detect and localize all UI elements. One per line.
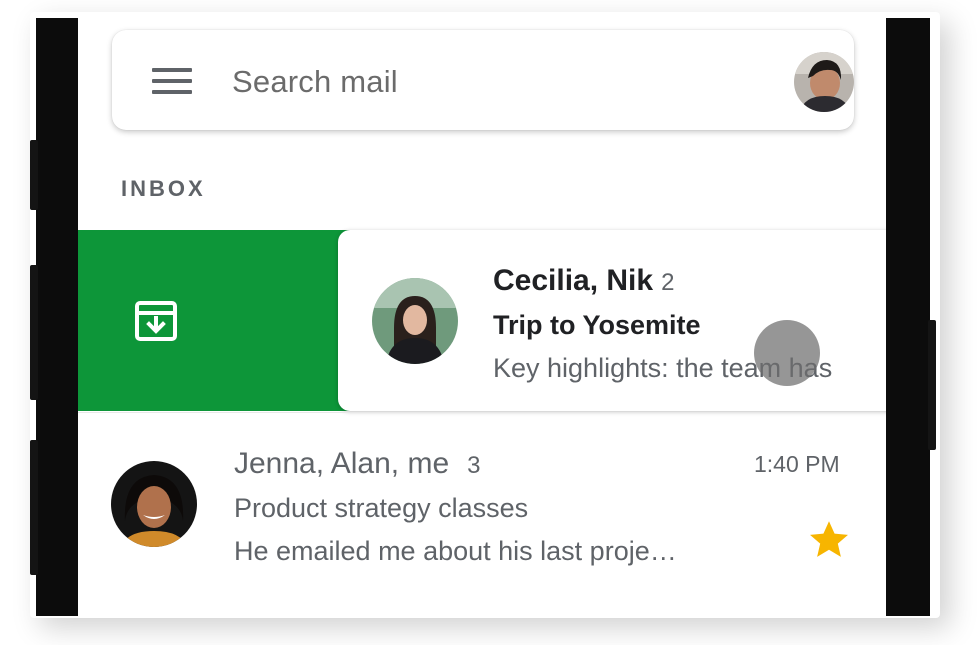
thread-count: 2 [661, 269, 675, 296]
email-time: 1:40 PM [754, 451, 840, 477]
sender-names: Jenna, Alan, me 3 [234, 447, 481, 481]
archive-icon [133, 298, 179, 344]
search-input[interactable]: Search mail [232, 64, 398, 100]
sender-avatar [372, 278, 458, 364]
email-snippet: He emailed me about his last proje… [234, 536, 677, 566]
thread-count: 3 [467, 452, 481, 479]
star-icon[interactable] [806, 517, 852, 563]
phone-side-button [30, 140, 38, 210]
account-avatar[interactable] [794, 52, 854, 112]
sender-names-text: Jenna, Alan, me [234, 447, 450, 480]
sender-names-text: Cecilia, Nik [493, 264, 654, 297]
inbox-section-label: INBOX [121, 176, 206, 201]
phone-side-button [30, 440, 38, 575]
email-subject: Product strategy classes [234, 493, 529, 523]
menu-icon[interactable] [152, 66, 192, 96]
touch-indicator [754, 320, 820, 386]
search-bar[interactable]: Search mail [112, 30, 854, 130]
phone-bezel-left [36, 18, 78, 616]
sender-names: Cecilia, Nik 2 [493, 264, 674, 298]
sender-avatar [111, 461, 197, 547]
email-subject: Trip to Yosemite [493, 310, 701, 340]
phone-side-button [30, 265, 38, 400]
phone-side-button [928, 320, 936, 450]
phone-bezel-right [886, 18, 930, 616]
email-row[interactable]: Jenna, Alan, me 3 1:40 PM Product strateg… [78, 413, 886, 613]
phone-screen: Search mail INBOX Cecilia, Nik 2 Trip to… [78, 18, 886, 616]
email-row-swiping[interactable]: Cecilia, Nik 2 Trip to Yosemite Key highl… [338, 230, 886, 411]
